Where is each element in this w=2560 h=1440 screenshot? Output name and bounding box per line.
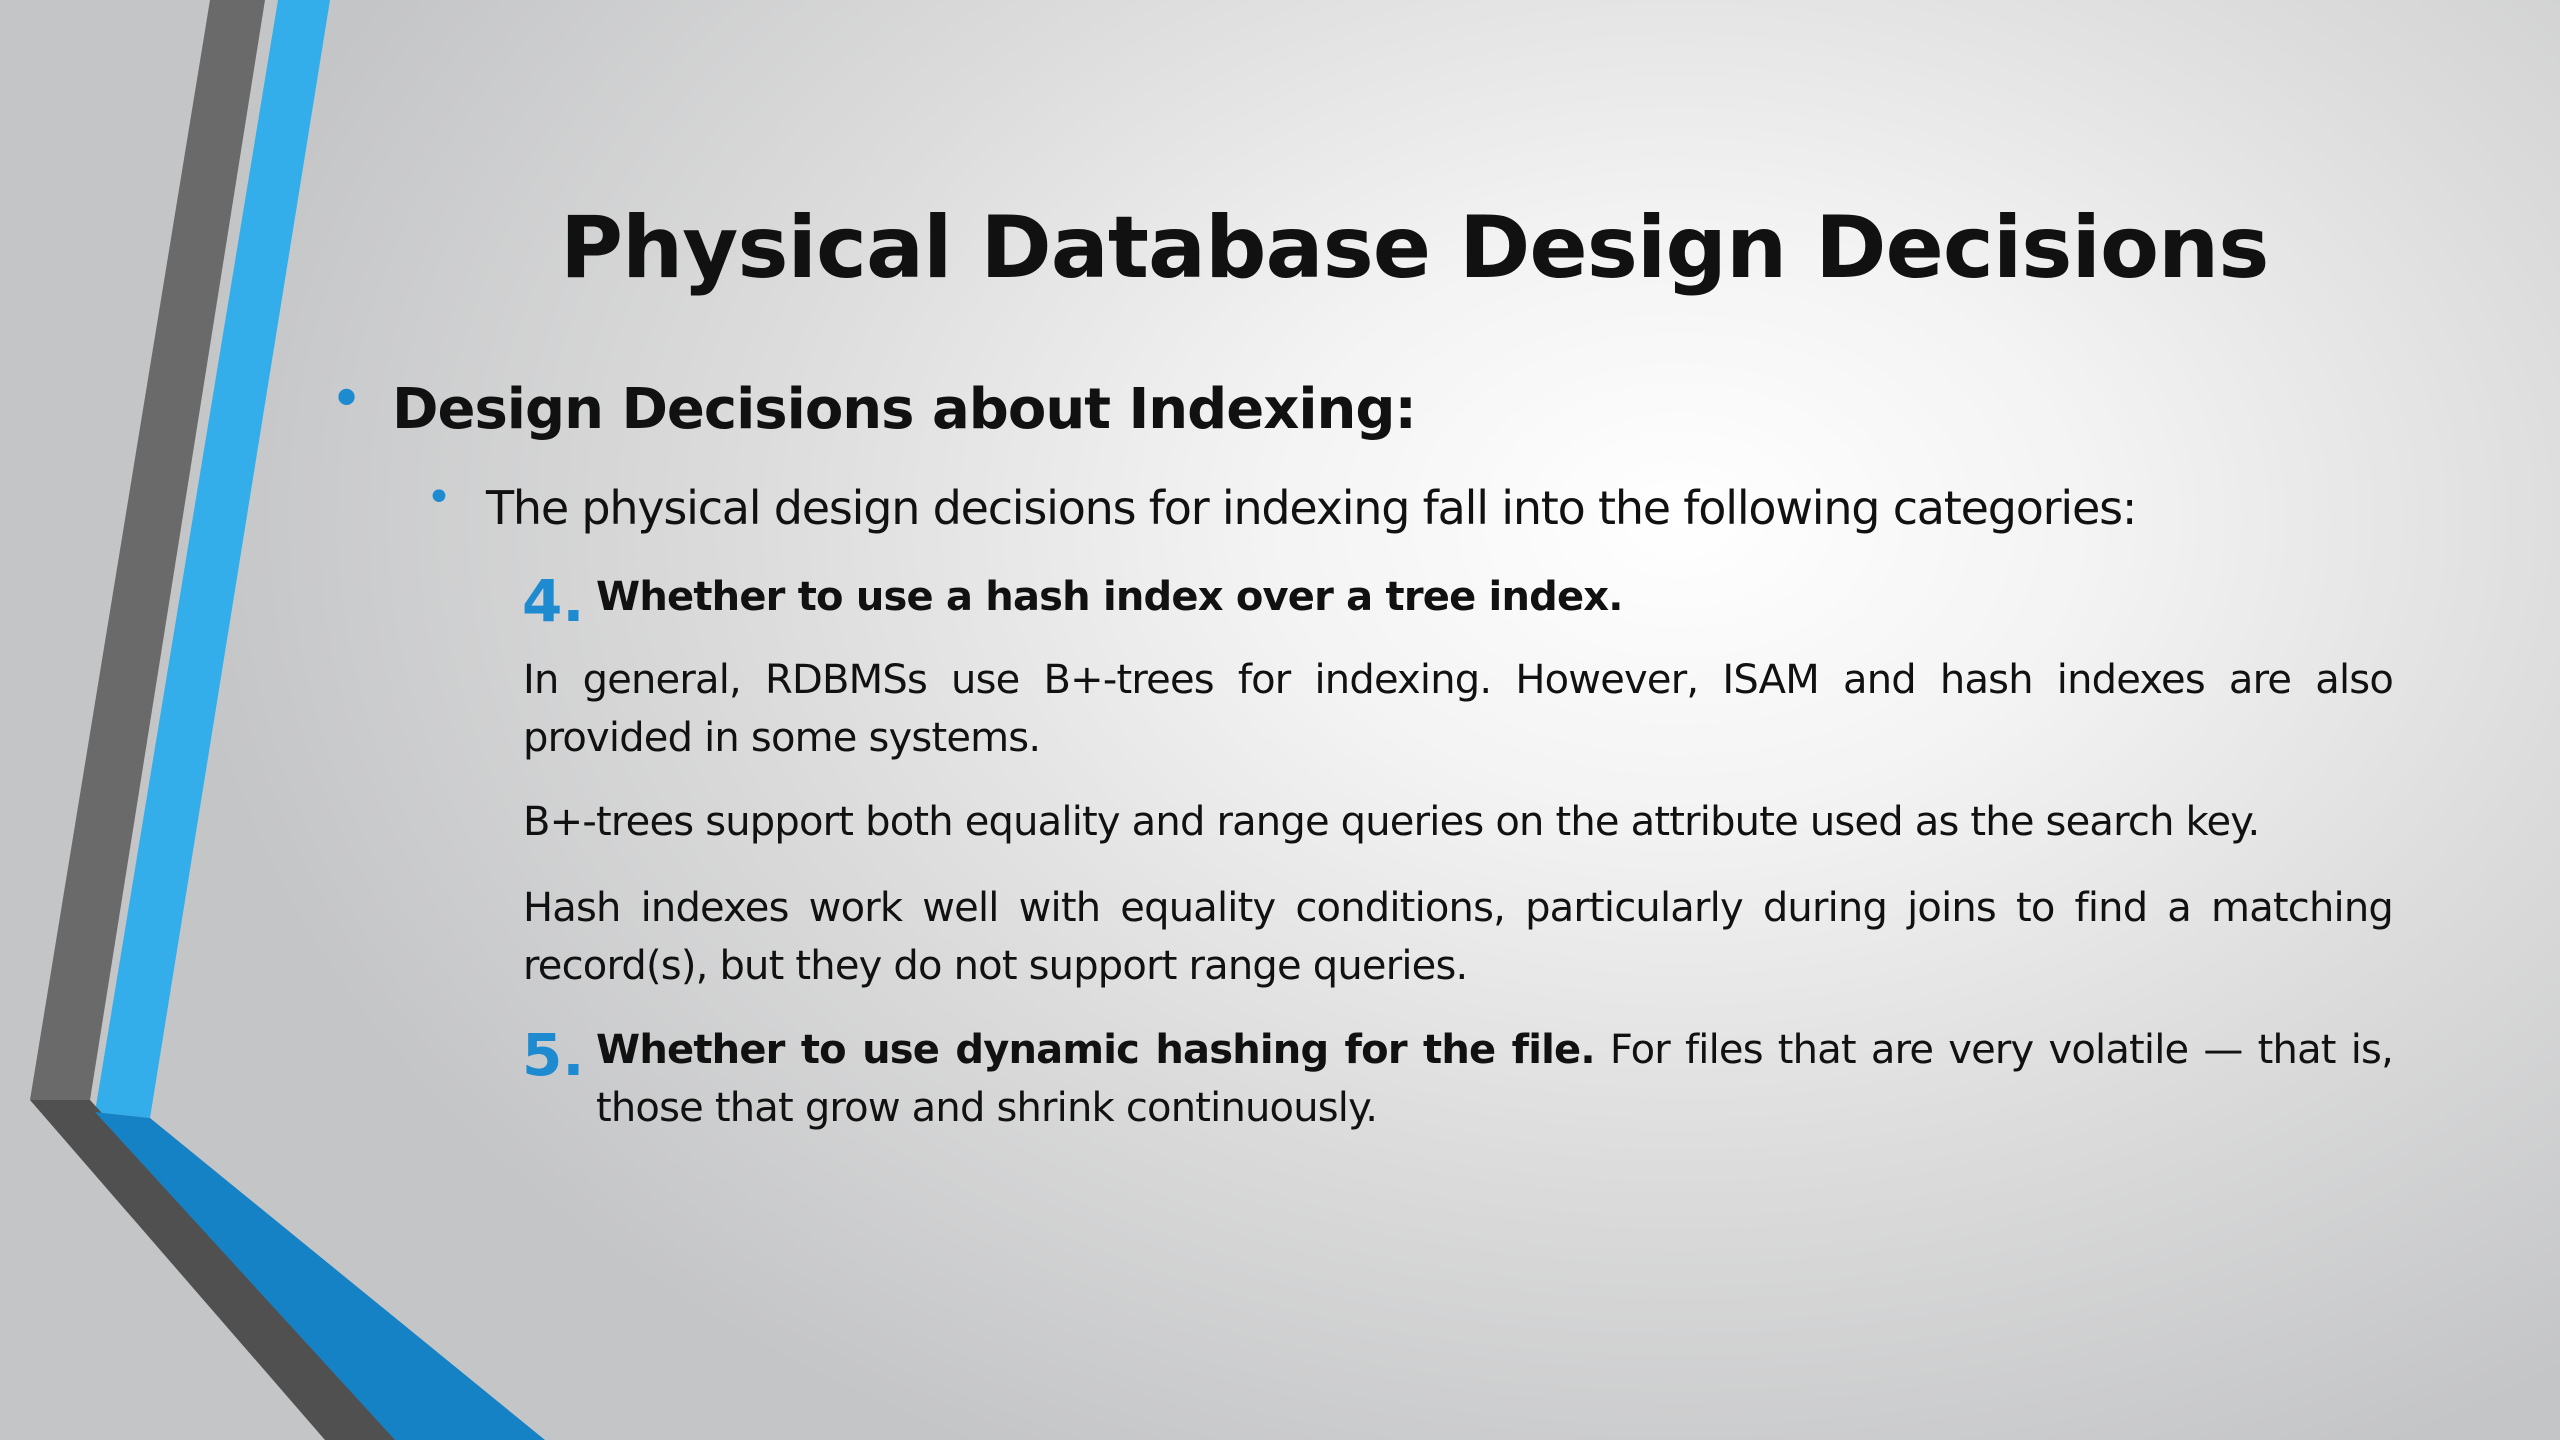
- bullet-level1-text: Design Decisions about Indexing:: [392, 377, 1417, 442]
- item-4-paragraph-1: In general, RDBMSs use B+-trees for inde…: [523, 657, 2394, 761]
- item-4-heading: Whether to use a hash index over a tree …: [596, 574, 1623, 620]
- list-number-4: 4.: [522, 567, 585, 635]
- bullet-dot-level2: •: [426, 472, 452, 523]
- item-5-paragraph: Whether to use dynamic hashing for the f…: [596, 1021, 2394, 1137]
- item-4-paragraph-3: Hash indexes work well with equality con…: [523, 885, 2394, 989]
- list-number-5: 5.: [522, 1021, 585, 1089]
- slide-title: Physical Database Design Decisions: [560, 198, 2269, 298]
- bullet-level2-text: The physical design decisions for indexi…: [486, 481, 2137, 535]
- gray-stripe-lower: [30, 1100, 400, 1440]
- bullet-dot-level1: •: [330, 367, 364, 432]
- item-5-heading: Whether to use dynamic hashing for the f…: [596, 1027, 1596, 1073]
- item-4-paragraph-2: B+-trees support both equality and range…: [523, 799, 2260, 845]
